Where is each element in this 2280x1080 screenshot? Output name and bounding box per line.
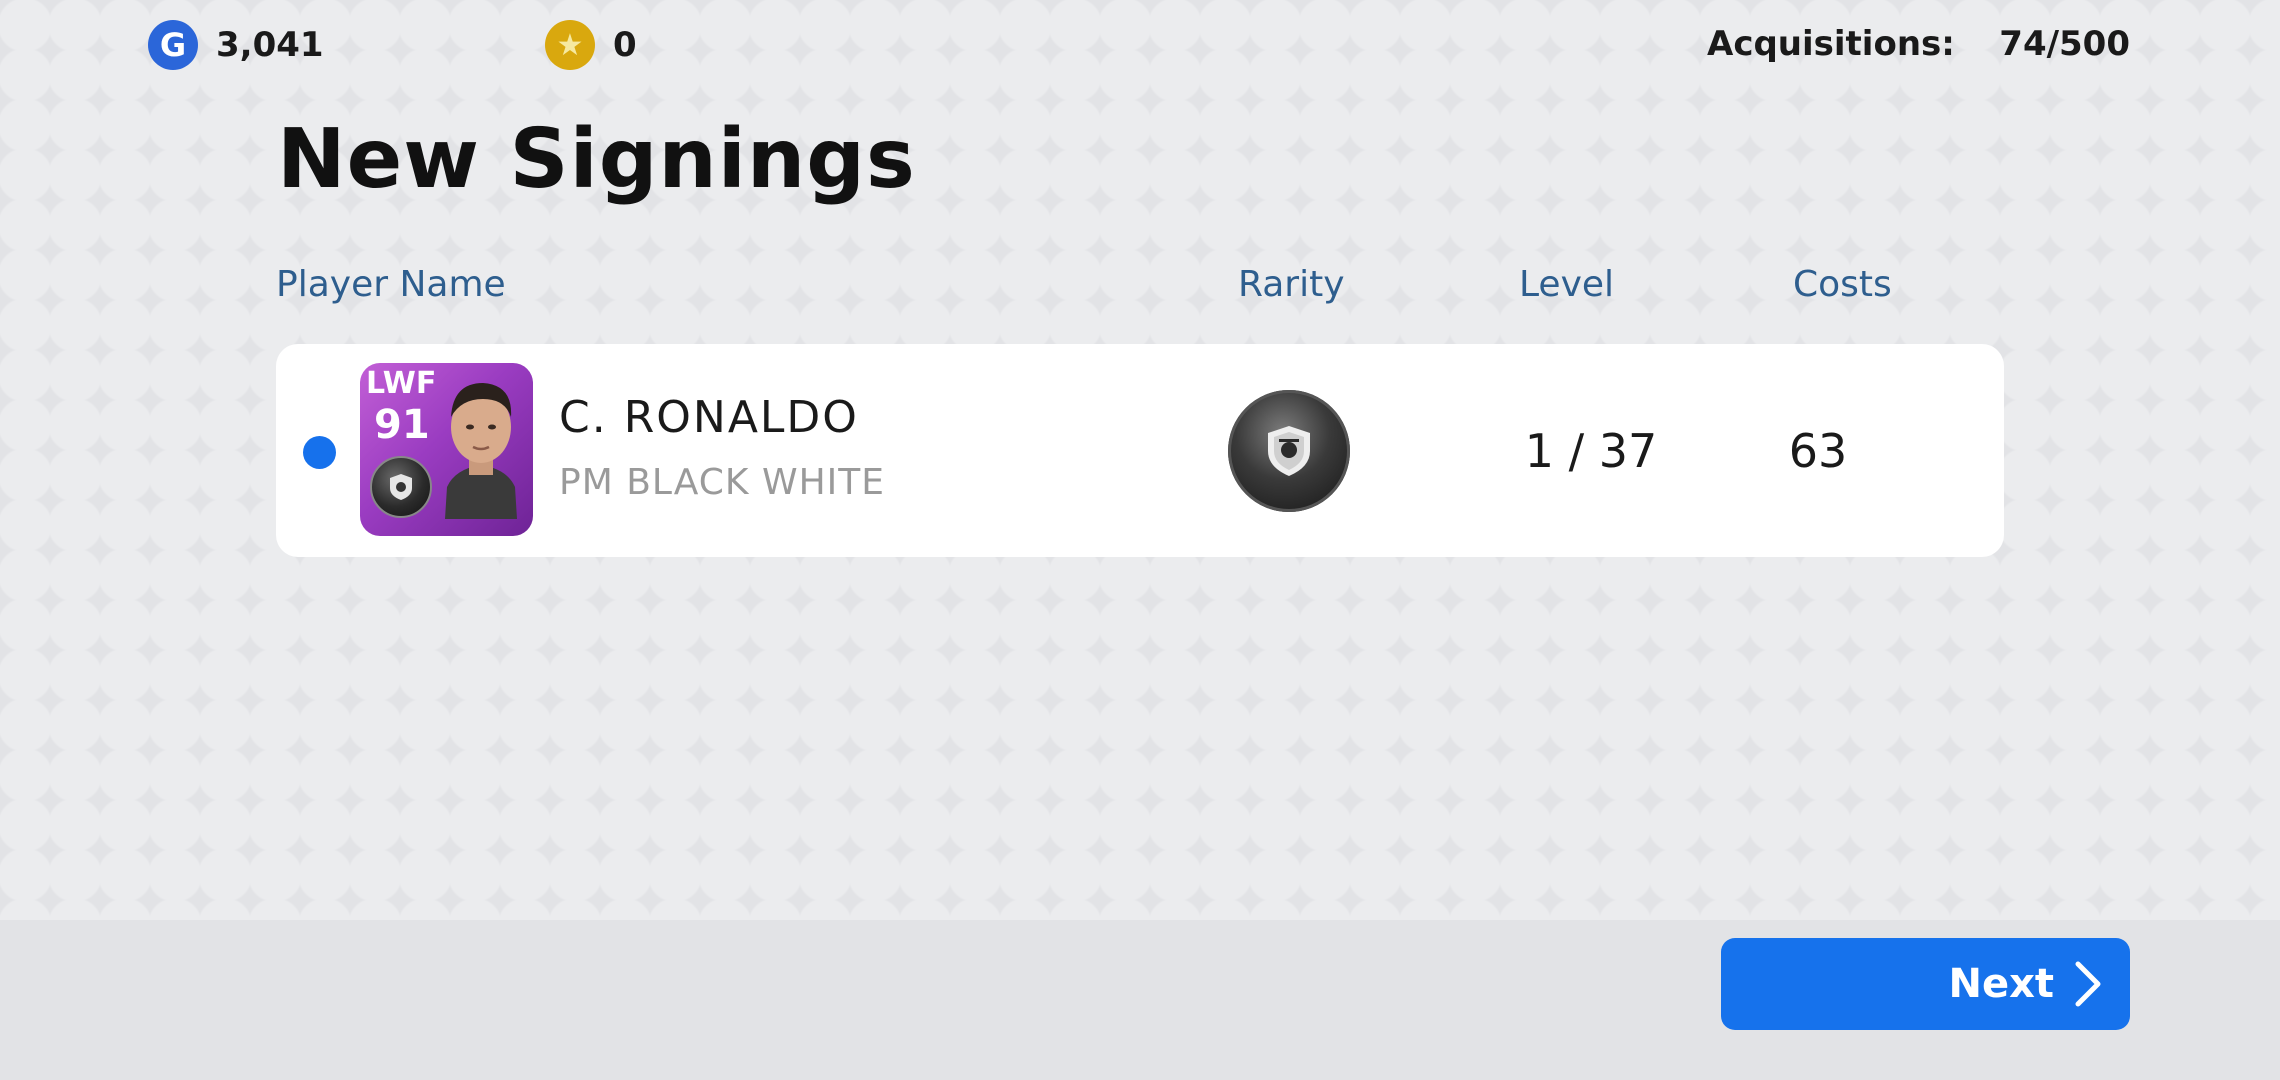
acquisitions-label: Acquisitions: xyxy=(1707,24,1955,64)
card-rarity-badge-icon xyxy=(370,456,432,518)
chevron-right-icon xyxy=(2075,961,2101,1007)
page-title: New Signings xyxy=(277,112,916,207)
player-card-thumbnail[interactable]: LWF 91 xyxy=(360,363,533,536)
next-button-label: Next xyxy=(1948,961,2054,1007)
coin-icon: ★ xyxy=(545,20,595,70)
player-costs: 63 xyxy=(1788,424,1848,478)
gp-balance: G 3,041 xyxy=(148,20,324,70)
top-status-bar: G 3,041 ★ 0 Acquisitions: 74/500 xyxy=(0,18,2280,74)
player-rating: 91 xyxy=(374,402,430,448)
next-button[interactable]: Next xyxy=(1721,938,2130,1030)
player-portrait-icon xyxy=(445,383,517,519)
column-header-costs: Costs xyxy=(1793,264,1892,305)
selection-indicator xyxy=(303,436,336,469)
player-row[interactable]: LWF 91 C. RONALDO PM BLACK WHITE 1 / 37 … xyxy=(276,344,2004,557)
column-header-level: Level xyxy=(1519,264,1615,305)
player-name: C. RONALDO xyxy=(559,392,859,443)
gp-value: 3,041 xyxy=(216,25,324,65)
player-position: LWF xyxy=(366,366,437,401)
gp-icon: G xyxy=(148,20,198,70)
black-ball-icon xyxy=(1228,390,1350,512)
coin-balance: ★ 0 xyxy=(545,20,637,70)
column-header-rarity: Rarity xyxy=(1238,264,1345,305)
player-card-type: PM BLACK WHITE xyxy=(559,462,885,503)
acquisitions-value: 74/500 xyxy=(1999,24,2130,64)
coin-value: 0 xyxy=(613,25,637,65)
player-level: 1 / 37 xyxy=(1524,424,1658,478)
column-header-player-name: Player Name xyxy=(276,264,506,305)
